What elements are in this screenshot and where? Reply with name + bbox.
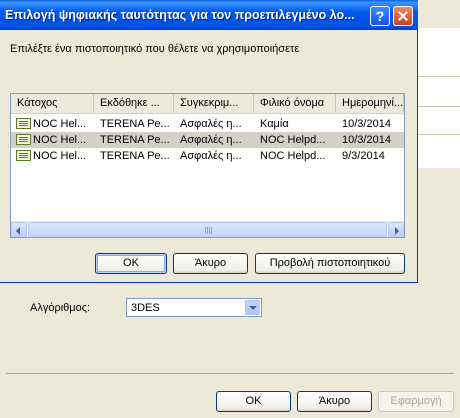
certificate-icon	[16, 134, 31, 145]
certificate-icon	[16, 118, 31, 129]
cell-issuer: TERENA Pe...	[100, 150, 170, 162]
background-divider	[414, 134, 460, 135]
cell-date: 10/3/2014	[342, 134, 391, 146]
chevron-down-icon[interactable]	[245, 300, 260, 315]
column-header-purpose[interactable]: Συγκεκριμ...	[174, 94, 254, 112]
background-divider	[414, 106, 460, 107]
cell-friendly-name: Καμία	[260, 118, 289, 130]
horizontal-scrollbar[interactable]	[11, 221, 404, 237]
scroll-left-arrow-icon[interactable]	[11, 222, 27, 237]
close-button[interactable]	[393, 6, 413, 26]
view-certificate-button[interactable]: Προβολή πιστοποιητικού	[255, 253, 405, 274]
background-list-panel	[412, 28, 460, 168]
certificate-list[interactable]: Κάτοχος Εκδόθηκε ... Συγκεκριμ... Φιλικό…	[10, 93, 405, 238]
select-certificate-dialog: Επιλογή ψηφιακής ταυτότητας για τον προε…	[0, 0, 418, 283]
table-row[interactable]: NOC Hel... TERENA Pe... Ασφαλές η... Καμ…	[11, 116, 404, 132]
column-header-issuer[interactable]: Εκδόθηκε ...	[94, 94, 174, 112]
cell-friendly-name: NOC Helpd...	[260, 134, 326, 146]
column-header-friendly-name[interactable]: Φιλικό όνομα	[254, 94, 336, 112]
cell-owner: NOC Hel...	[33, 134, 87, 146]
help-button[interactable]: ?	[370, 6, 390, 26]
background-apply-button: Εφαρμογή	[378, 391, 454, 412]
algorithm-select[interactable]: 3DES	[126, 298, 262, 317]
background-ok-button[interactable]: OK	[216, 391, 291, 412]
background-cancel-button[interactable]: Άκυρο	[297, 391, 372, 412]
cell-owner: NOC Hel...	[33, 150, 87, 162]
dialog-title: Επιλογή ψηφιακής ταυτότητας για τον προε…	[5, 8, 355, 22]
cell-purpose: Ασφαλές η...	[180, 134, 242, 146]
algorithm-value: 3DES	[131, 302, 160, 314]
list-header: Κάτοχος Εκδόθηκε ... Συγκεκριμ... Φιλικό…	[11, 94, 404, 114]
dialog-titlebar[interactable]: Επιλογή ψηφιακής ταυτότητας για τον προε…	[0, 0, 418, 30]
certificate-icon	[16, 150, 31, 161]
table-row[interactable]: NOC Hel... TERENA Pe... Ασφαλές η... NOC…	[11, 148, 404, 164]
cell-owner: NOC Hel...	[33, 118, 87, 130]
cell-issuer: TERENA Pe...	[100, 118, 170, 130]
column-header-owner[interactable]: Κάτοχος	[11, 94, 94, 112]
column-header-date[interactable]: Ημερομηνί...	[336, 94, 404, 112]
background-encryption-frame	[6, 283, 454, 374]
scrollbar-thumb[interactable]	[28, 222, 387, 237]
cell-purpose: Ασφαλές η...	[180, 150, 242, 162]
cell-friendly-name: NOC Helpd...	[260, 150, 326, 162]
cell-date: 9/3/2014	[342, 150, 385, 162]
cell-issuer: TERENA Pe...	[100, 134, 170, 146]
scroll-right-arrow-icon[interactable]	[388, 222, 404, 237]
ok-button[interactable]: OK	[95, 253, 167, 274]
cancel-button[interactable]: Άκυρο	[173, 253, 248, 274]
cell-purpose: Ασφαλές η...	[180, 118, 242, 130]
algorithm-label: Αλγόριθμος:	[30, 302, 91, 314]
background-divider	[414, 76, 460, 77]
cell-date: 10/3/2014	[342, 118, 391, 130]
table-row[interactable]: NOC Hel... TERENA Pe... Ασφαλές η... NOC…	[11, 132, 404, 148]
dialog-prompt: Επιλέξτε ένα πιστοποιητικό που θέλετε να…	[10, 43, 300, 55]
